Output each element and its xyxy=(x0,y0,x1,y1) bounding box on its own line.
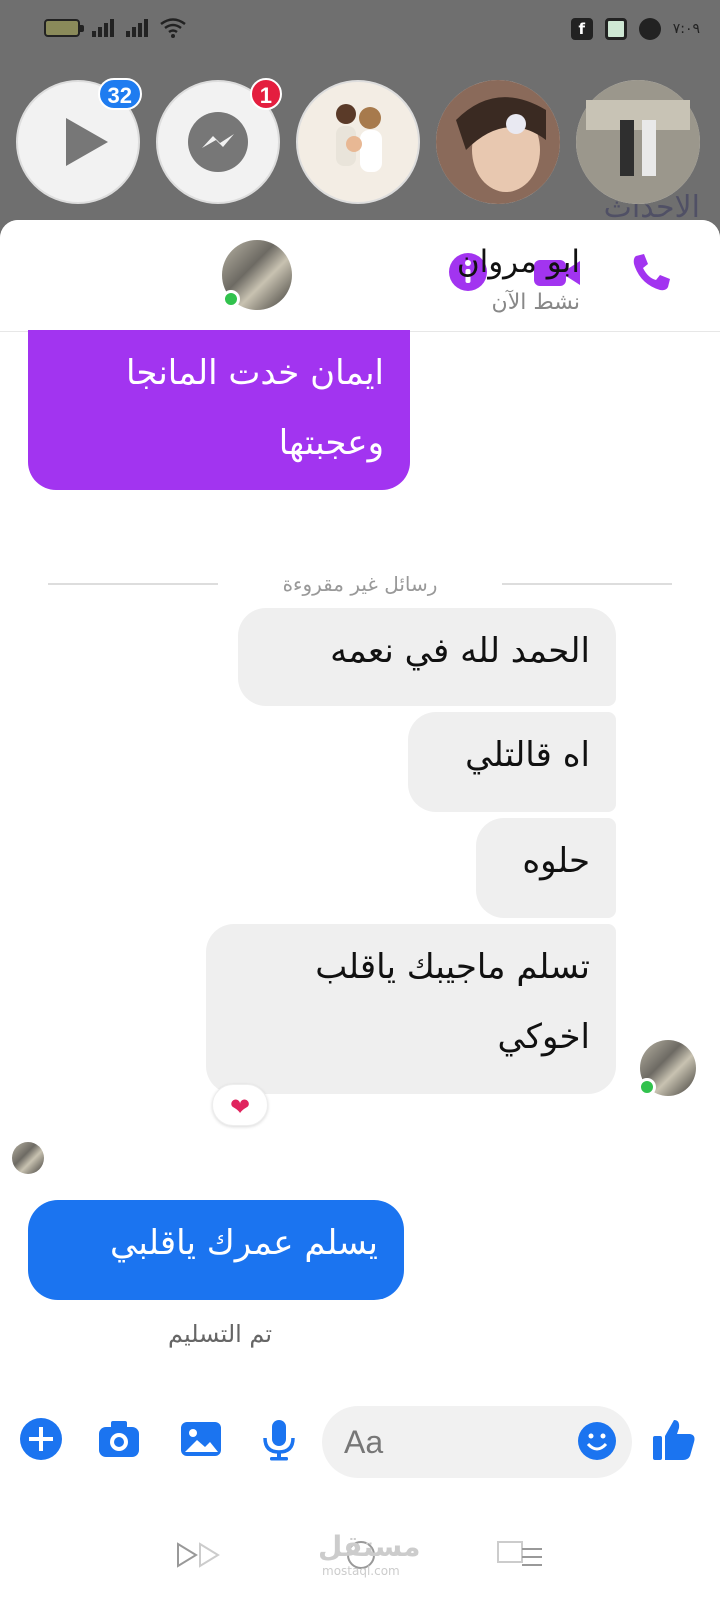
unread-divider-label: رسائل غير مقروءة xyxy=(282,572,438,596)
message-line: وعجبتها xyxy=(278,423,384,463)
menu-icon[interactable] xyxy=(496,1538,544,1572)
message-line: يسلم عمرك ياقلبي xyxy=(110,1223,378,1263)
message-input[interactable]: Aa xyxy=(322,1406,632,1478)
watermark-logo: مستقل xyxy=(318,1530,421,1563)
battery-icon xyxy=(44,19,84,37)
app-notification-icon xyxy=(604,18,627,40)
signal-icon xyxy=(92,19,114,37)
message-line: ايمان خدت المانجا xyxy=(126,353,384,393)
messenger-badge: 1 xyxy=(249,78,282,110)
recent-apps-icon[interactable] xyxy=(176,1538,228,1572)
online-indicator xyxy=(222,290,240,308)
divider-line-right xyxy=(502,583,672,585)
contact-status: نشط الآن xyxy=(491,290,580,315)
message-line: الحمد لله في نعمه xyxy=(330,631,590,671)
watermark-url: mostaql.com xyxy=(322,1564,400,1578)
seen-by-avatar xyxy=(12,1142,44,1174)
portrait-chathead[interactable] xyxy=(436,80,560,204)
status-right: f ٧:٠٩ xyxy=(570,18,700,40)
signal-2-icon xyxy=(126,19,148,37)
messenger-chathead[interactable]: 1 xyxy=(156,78,282,204)
message-line: اه قالتلي xyxy=(465,735,590,775)
message-line: اخوكي xyxy=(497,1017,590,1057)
wifi-icon xyxy=(160,18,186,38)
sender-online-indicator xyxy=(638,1078,656,1096)
delivery-status: تم التسليم xyxy=(168,1320,273,1348)
plus-icon[interactable] xyxy=(18,1416,64,1462)
message-line: تسلم ماجيبك ياقلب xyxy=(315,947,590,987)
portrait-photo xyxy=(436,80,560,204)
chat-header: ابو مروان نشط الآن xyxy=(0,220,720,332)
contact-name[interactable]: ابو مروان xyxy=(457,244,580,280)
video-chathead[interactable]: 32 xyxy=(16,78,142,204)
status-left xyxy=(44,18,186,38)
divider-line-left xyxy=(48,583,218,585)
outgoing-message[interactable]: ايمان خدت المانجا وعجبتها xyxy=(28,330,410,490)
status-bar: f ٧:٠٩ xyxy=(0,0,720,64)
chat-window: ابو مروان نشط الآن ايمان خدت المانجا وعج… xyxy=(0,220,720,1512)
clock: ٧:٠٩ xyxy=(672,21,700,37)
group-photo-chathead[interactable] xyxy=(576,80,700,204)
outgoing-message[interactable]: يسلم عمرك ياقلبي xyxy=(28,1200,404,1300)
video-badge: 32 xyxy=(97,78,142,110)
message-composer: Aa xyxy=(0,1386,720,1496)
message-line: حلوه xyxy=(522,841,590,881)
microphone-icon[interactable] xyxy=(256,1416,302,1462)
group-photo xyxy=(576,80,700,204)
incoming-message[interactable]: تسلم ماجيبك ياقلب اخوكي xyxy=(206,924,616,1094)
incoming-message[interactable]: حلوه xyxy=(476,818,616,918)
gallery-icon[interactable] xyxy=(178,1416,224,1462)
family-chathead[interactable] xyxy=(296,80,420,204)
emoji-icon[interactable] xyxy=(576,1420,618,1462)
message-input-placeholder: Aa xyxy=(344,1424,384,1460)
heart-reaction[interactable]: ❤ xyxy=(212,1084,268,1126)
facebook-icon: f xyxy=(570,18,593,40)
unread-divider: رسائل غير مقروءة xyxy=(48,572,672,596)
incoming-message[interactable]: الحمد لله في نعمه xyxy=(238,608,616,706)
incoming-message[interactable]: اه قالتلي xyxy=(408,712,616,812)
camera-icon[interactable] xyxy=(96,1416,142,1462)
voice-call-icon[interactable] xyxy=(628,250,672,294)
thumbs-up-icon[interactable] xyxy=(650,1416,698,1464)
system-navigation-bar: مستقل mostaql.com xyxy=(0,1512,720,1600)
family-illustration xyxy=(336,104,382,172)
messenger-notification-icon xyxy=(638,18,661,40)
